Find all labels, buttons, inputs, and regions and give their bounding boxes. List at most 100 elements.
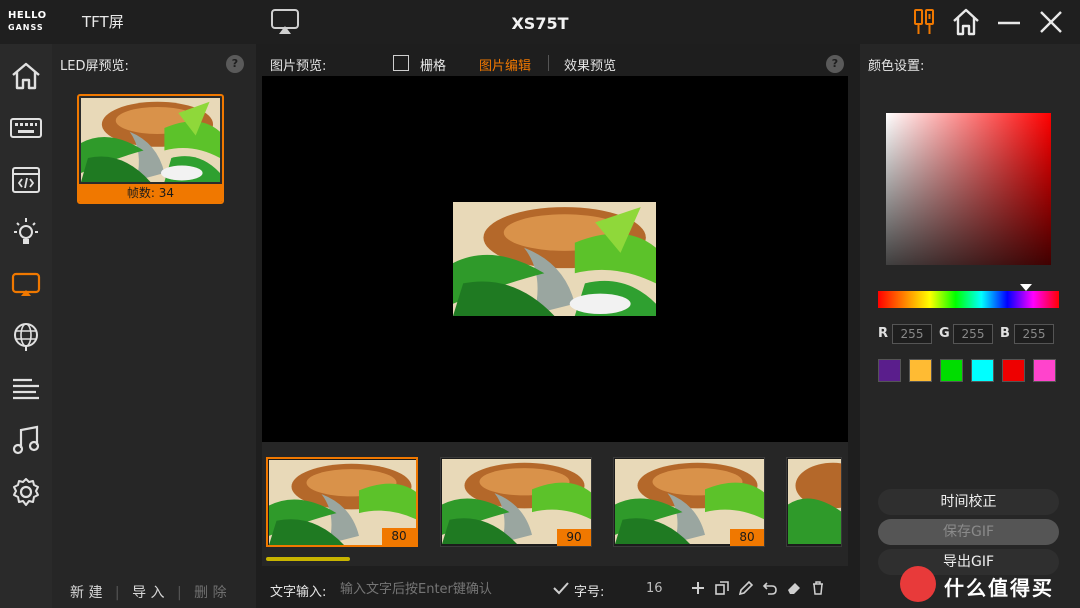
home-icon xyxy=(953,8,979,36)
nav-text[interactable] xyxy=(8,370,44,406)
delete-button[interactable]: 删 除 xyxy=(194,582,226,602)
tab-image-edit[interactable]: 图片编辑 xyxy=(479,55,531,74)
color-settings-title: 颜色设置: xyxy=(868,59,925,74)
home-button[interactable] xyxy=(950,6,982,38)
frame-scroll-progress[interactable] xyxy=(266,557,350,561)
close-button[interactable] xyxy=(1035,6,1067,38)
settings-sliders-icon xyxy=(914,9,934,34)
preview-image[interactable] xyxy=(453,202,656,316)
save-gif-button[interactable]: 保存GIF xyxy=(878,519,1059,545)
nav-lighting[interactable] xyxy=(8,214,44,250)
trash-icon xyxy=(813,581,823,595)
green-input[interactable] xyxy=(953,324,993,344)
color-swatch[interactable] xyxy=(878,359,901,382)
led-thumbnail[interactable]: 帧数: 34 xyxy=(77,94,224,204)
screen-icon xyxy=(11,272,41,296)
gear-icon xyxy=(13,478,39,506)
color-swatch[interactable] xyxy=(1033,359,1056,382)
copy-icon xyxy=(715,581,729,595)
copy-button[interactable] xyxy=(714,580,730,600)
time-sync-button[interactable]: 时间校正 xyxy=(878,489,1059,515)
color-swatch[interactable] xyxy=(909,359,932,382)
text-input[interactable] xyxy=(340,577,540,601)
frame-thumbnail-partial[interactable] xyxy=(786,457,842,547)
led-actions: 新 建 | 导 入 | 删 除 xyxy=(70,582,227,602)
nav-rail xyxy=(0,44,52,608)
tab-divider xyxy=(548,55,549,71)
led-help-icon[interactable]: ? xyxy=(226,55,244,73)
animation-thumbnail-image xyxy=(81,98,220,182)
close-icon xyxy=(1040,11,1062,33)
blue-input[interactable] xyxy=(1014,324,1054,344)
brand-logo: HELLO GANSS xyxy=(8,10,66,34)
green-label: G xyxy=(939,326,950,341)
frame-thumbnail[interactable]: 90 xyxy=(440,457,592,547)
code-window-icon xyxy=(12,167,40,193)
color-swatch[interactable] xyxy=(971,359,994,382)
red-input[interactable] xyxy=(892,324,932,344)
watermark-text: 什么值得买 xyxy=(944,576,1054,600)
light-bulb-icon xyxy=(14,218,38,244)
add-text-button[interactable] xyxy=(690,580,706,600)
minimize-button[interactable] xyxy=(993,6,1025,38)
pen-icon xyxy=(738,580,754,596)
nav-macro[interactable] xyxy=(8,162,44,198)
font-size-value[interactable]: 16 xyxy=(646,581,663,596)
frame-delay-label: 80 xyxy=(382,528,416,545)
undo-icon xyxy=(762,582,777,595)
check-icon xyxy=(553,582,569,595)
import-button[interactable]: 导 入 xyxy=(132,582,164,602)
globe-icon xyxy=(14,323,38,351)
frame-thumbnail[interactable]: 80 xyxy=(266,457,418,547)
eraser-icon xyxy=(788,583,800,594)
hue-slider-handle[interactable] xyxy=(1020,284,1032,291)
nav-home[interactable] xyxy=(8,58,44,94)
saturation-picker[interactable] xyxy=(886,113,1051,265)
screen-cast-icon xyxy=(271,9,299,34)
frame-image xyxy=(788,459,841,544)
text-lines-icon xyxy=(13,378,39,400)
site-watermark: 什么值得买 xyxy=(900,566,1070,602)
delete-frame-button[interactable] xyxy=(810,580,826,600)
color-swatch[interactable] xyxy=(1002,359,1025,382)
frame-delay-label: 90 xyxy=(557,529,591,546)
music-note-icon xyxy=(12,425,40,455)
font-size-label: 字号: xyxy=(574,585,605,600)
tab-effect-preview[interactable]: 效果预览 xyxy=(564,55,616,74)
image-preview-title: 图片预览: xyxy=(270,59,327,74)
home-icon xyxy=(12,62,40,90)
draw-button[interactable] xyxy=(738,580,754,600)
grid-label: 栅格 xyxy=(420,59,447,74)
nav-network[interactable] xyxy=(8,318,44,354)
blue-label: B xyxy=(1000,326,1010,341)
nav-music[interactable] xyxy=(8,422,44,458)
frame-thumbnail[interactable]: 80 xyxy=(613,457,765,547)
red-label: R xyxy=(878,326,889,341)
undo-button[interactable] xyxy=(762,580,778,600)
nav-screen[interactable] xyxy=(8,266,44,302)
section-title: TFT屏 xyxy=(82,13,124,31)
hue-slider[interactable] xyxy=(878,291,1059,308)
color-swatch[interactable] xyxy=(940,359,963,382)
adjust-settings-button[interactable] xyxy=(908,6,940,38)
preview-help-icon[interactable]: ? xyxy=(826,55,844,73)
separator: | xyxy=(176,585,182,601)
new-button[interactable]: 新 建 xyxy=(70,582,102,602)
led-preview-title: LED屏预览: xyxy=(60,59,129,74)
keyboard-icon xyxy=(10,118,42,138)
frame-count-label: 帧数: 34 xyxy=(79,184,222,202)
separator: | xyxy=(114,585,120,601)
logo-line-1: HELLO xyxy=(8,10,47,21)
window-title: XS75T xyxy=(511,14,569,33)
nav-settings[interactable] xyxy=(8,474,44,510)
watermark-logo-icon xyxy=(900,566,936,602)
nav-keyboard[interactable] xyxy=(8,110,44,146)
logo-line-2: GANSS xyxy=(8,23,44,32)
confirm-button[interactable] xyxy=(552,579,570,601)
plus-icon xyxy=(692,582,704,594)
text-input-row: 文字输入: 字号: 16 xyxy=(262,574,848,604)
minimize-icon xyxy=(998,21,1020,25)
eraser-button[interactable] xyxy=(786,580,802,600)
grid-checkbox[interactable] xyxy=(393,55,409,71)
screen-cast-button[interactable] xyxy=(270,8,300,36)
